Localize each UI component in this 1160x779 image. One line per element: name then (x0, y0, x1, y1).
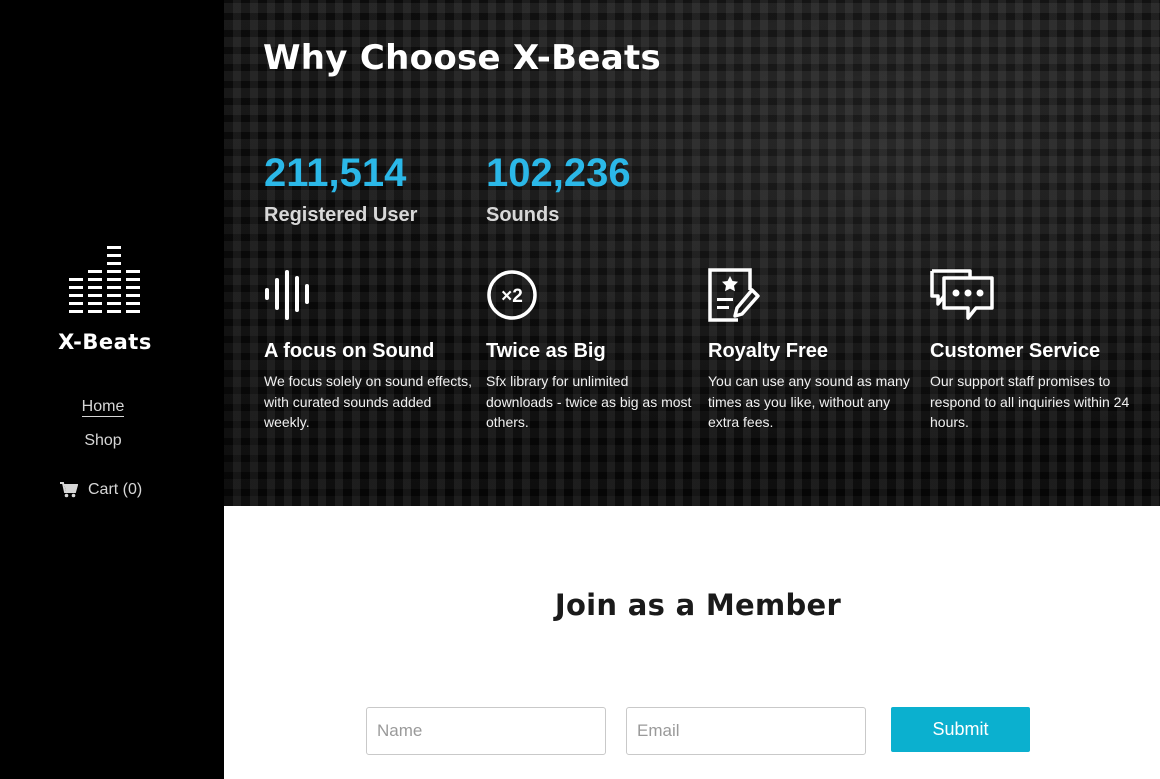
stat-sounds: 102,236 Sounds (486, 148, 631, 227)
stat-label: Registered User (264, 204, 418, 226)
feature-description: You can use any sound as many times as y… (708, 373, 910, 430)
feature-title: Twice as Big (486, 340, 606, 362)
feature-title: Customer Service (930, 340, 1101, 362)
stat-registered-users: 211,514 Registered User (264, 148, 417, 227)
cart-icon (60, 482, 78, 498)
join-title: Join as a Member (554, 588, 842, 622)
cart-label: Cart (0) (88, 481, 143, 498)
nav-item-home[interactable]: Home (0, 390, 206, 424)
feature-description: Our support staff promises to respond to… (930, 373, 1130, 430)
chat-bubbles-icon (930, 269, 994, 320)
join-member-section: Join as a Member Submit (224, 506, 1160, 779)
stat-value: 102,236 (486, 151, 631, 195)
nav-item-shop[interactable]: Shop (0, 424, 206, 458)
x2-circle-icon: ×2 (487, 270, 537, 320)
section-title: Why Choose X-Beats (263, 38, 662, 78)
svg-text:×2: ×2 (501, 286, 523, 307)
equalizer-bars-icon (69, 246, 140, 313)
stat-label: Sounds (486, 204, 560, 226)
sound-wave-icon (265, 270, 309, 320)
feature-description: We focus solely on sound effects, with c… (264, 373, 473, 430)
stat-value: 211,514 (264, 151, 407, 195)
brand-logo[interactable]: X-Beats (0, 244, 210, 354)
certificate-pen-icon (708, 268, 760, 322)
main-nav: Home Shop (0, 390, 206, 458)
sidebar: X-Beats Home Shop Cart (0) (0, 0, 224, 779)
feature-customer-service: Customer Service Our support staff promi… (930, 268, 1140, 433)
nav-item-shop-label: Shop (84, 432, 122, 449)
email-input[interactable] (626, 707, 866, 755)
nav-item-home-label: Home (81, 398, 125, 417)
feature-twice-as-big: ×2 Twice as Big Sfx library for unlimite… (486, 268, 696, 433)
feature-focus-on-sound: A focus on Sound We focus solely on soun… (264, 268, 474, 433)
feature-title: Royalty Free (708, 340, 829, 362)
brand-name: X-Beats (58, 330, 152, 354)
feature-title: A focus on Sound (264, 340, 435, 362)
submit-button[interactable]: Submit (891, 707, 1030, 752)
cart-link[interactable]: Cart (0) (60, 480, 142, 500)
why-choose-section: Why Choose X-Beats 211,514 Registered Us… (224, 0, 1160, 506)
feature-royalty-free: Royalty Free You can use any sound as ma… (708, 268, 918, 433)
name-input[interactable] (366, 707, 606, 755)
feature-description: Sfx library for unlimited downloads - tw… (486, 373, 692, 430)
